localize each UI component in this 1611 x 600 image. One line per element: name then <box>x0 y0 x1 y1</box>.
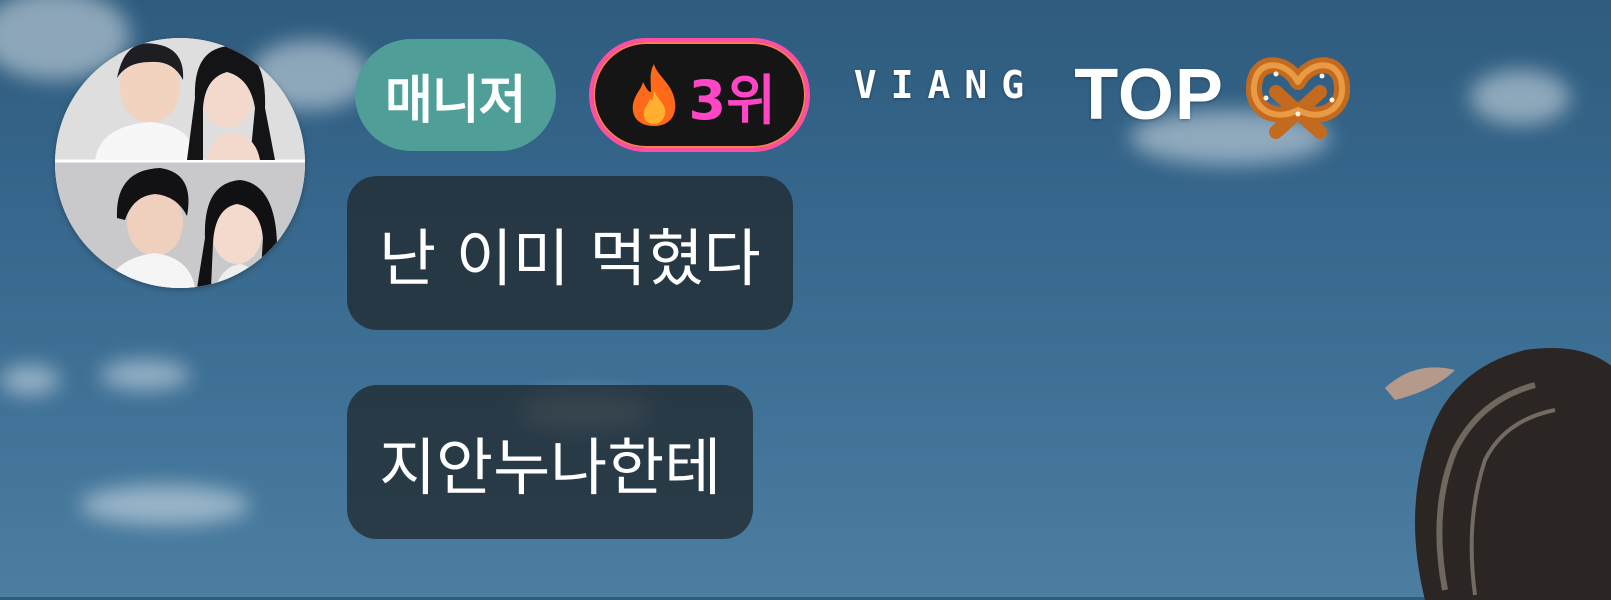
background-cloud <box>80 485 250 525</box>
avatar-photo <box>55 38 305 288</box>
chat-message-text: 난 이미 먹혔다 <box>379 222 761 295</box>
top-label: TOP <box>1074 55 1224 135</box>
rank-badge-label: 3위 <box>688 68 776 132</box>
background-person <box>1385 348 1611 600</box>
user-header: 매니저 3위 VIANG TOP <box>355 38 1350 152</box>
manager-badge: 매니저 <box>355 39 556 151</box>
viang-label: VIANG <box>853 63 1039 107</box>
background-cloud <box>100 360 190 390</box>
chat-message-text: 지안누나한테 <box>379 431 722 504</box>
pretzel-icon <box>1245 57 1350 139</box>
background-cloud <box>1470 70 1570 125</box>
avatar[interactable] <box>55 38 305 288</box>
chat-message: 지안누나한테 <box>347 385 754 539</box>
rank-badge: 3위 <box>588 38 810 152</box>
fire-icon <box>632 64 675 126</box>
chat-message: 난 이미 먹혔다 <box>347 176 793 330</box>
manager-badge-label: 매니저 <box>385 70 527 131</box>
background-cloud <box>0 365 60 395</box>
